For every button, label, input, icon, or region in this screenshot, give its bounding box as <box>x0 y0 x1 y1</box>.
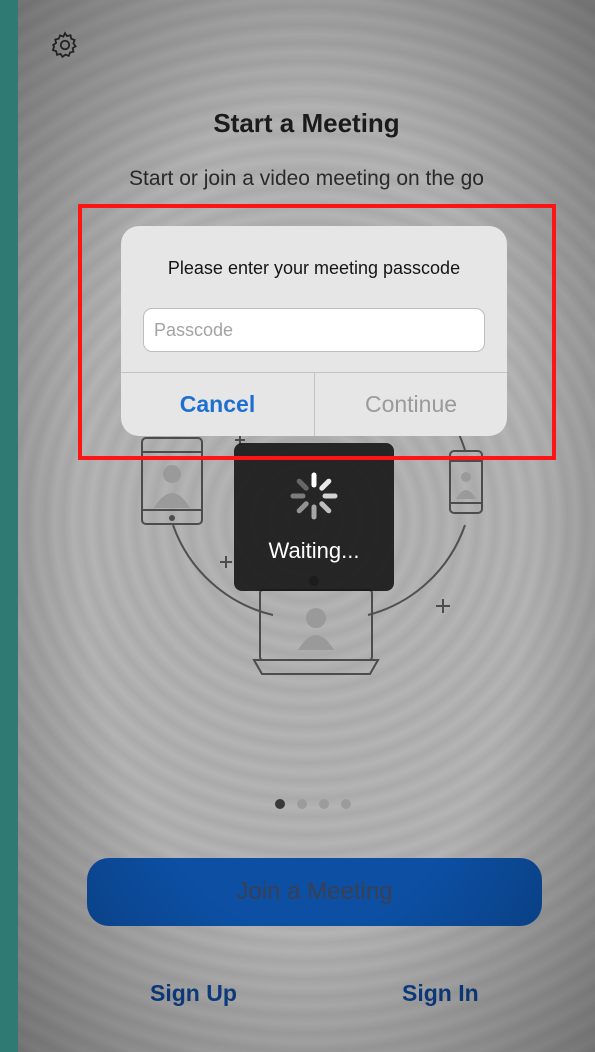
sign-in-link[interactable]: Sign In <box>402 980 479 1007</box>
loading-hud: Waiting... <box>234 443 394 591</box>
page-dot[interactable] <box>297 799 307 809</box>
page-dot[interactable] <box>275 799 285 809</box>
passcode-dialog: Please enter your meeting passcode Cance… <box>121 226 507 436</box>
page-dot[interactable] <box>319 799 329 809</box>
cancel-button[interactable]: Cancel <box>121 373 314 436</box>
join-meeting-button[interactable]: Join a Meeting <box>87 858 542 926</box>
continue-button[interactable]: Continue <box>315 373 507 436</box>
spinner-icon <box>290 472 338 520</box>
phone-screen: Start a Meeting Start or join a video me… <box>18 0 595 1052</box>
waiting-label: Waiting... <box>268 538 360 563</box>
sign-up-link[interactable]: Sign Up <box>150 980 237 1007</box>
dialog-message: Please enter your meeting passcode <box>167 258 461 278</box>
page-indicator <box>275 799 351 809</box>
tablet-icon <box>141 437 203 525</box>
phone-icon <box>449 450 483 514</box>
page-dot[interactable] <box>341 799 351 809</box>
passcode-input[interactable] <box>143 308 485 352</box>
